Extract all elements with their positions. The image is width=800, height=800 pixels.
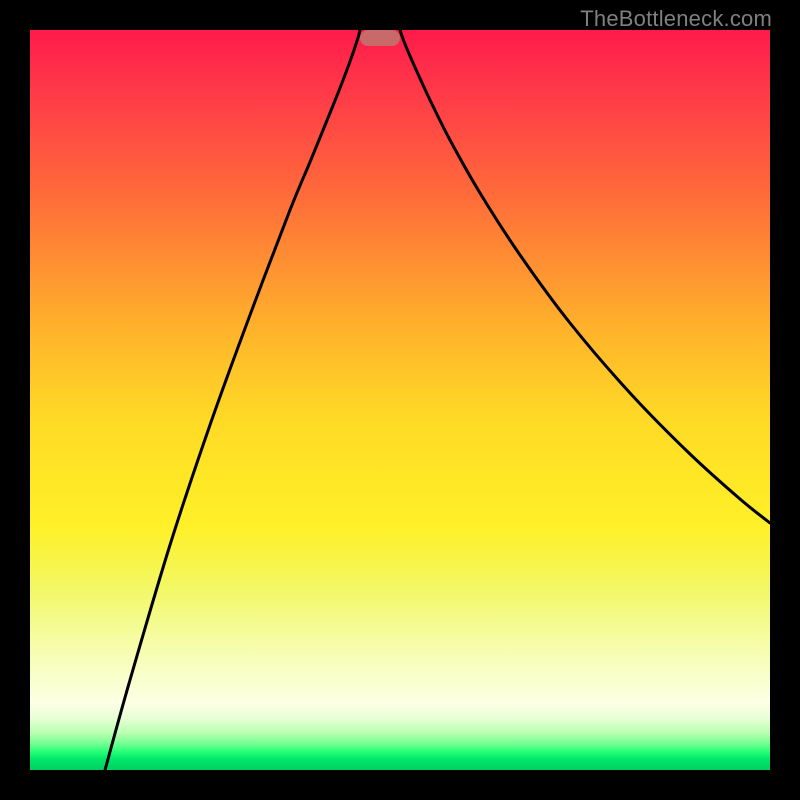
bottleneck-marker	[360, 30, 400, 46]
curve-left	[105, 30, 360, 770]
curve-layer	[30, 30, 770, 770]
chart-frame: TheBottleneck.com	[0, 0, 800, 800]
plot-area	[30, 30, 770, 770]
watermark-text: TheBottleneck.com	[580, 6, 772, 32]
curve-right	[400, 30, 770, 523]
